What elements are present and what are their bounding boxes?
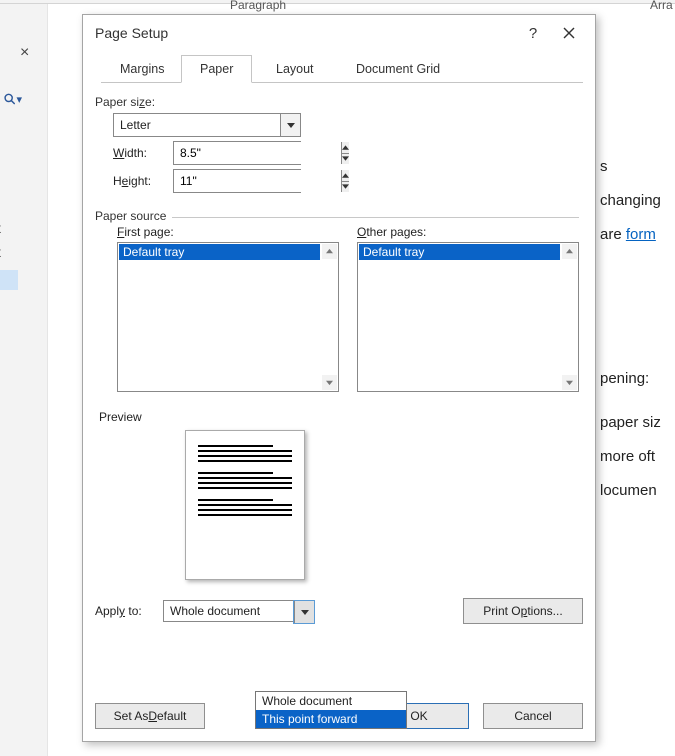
format-link: form (626, 226, 656, 243)
navigation-pane (0, 4, 48, 756)
tab-margins[interactable]: Margins (101, 55, 183, 83)
apply-option-forward[interactable]: This point forward (256, 710, 406, 728)
list-item[interactable]: Default tray (359, 244, 560, 260)
tab-paper[interactable]: Paper (181, 55, 252, 83)
first-page-listbox[interactable]: Default tray (117, 242, 339, 392)
list-item[interactable]: Default tray (119, 244, 320, 260)
tab-layout[interactable]: Layout (257, 55, 333, 83)
preview-page (185, 430, 305, 580)
ribbon-group-arrange: Arra (650, 0, 673, 12)
apply-option-whole[interactable]: Whole document (256, 692, 406, 710)
nav-highlight (0, 270, 18, 290)
apply-to-dropdown[interactable]: Whole document This point forward (255, 691, 407, 729)
doc-fragment: t (0, 220, 1, 236)
scroll-up-icon[interactable] (322, 244, 337, 259)
width-input[interactable] (174, 142, 341, 164)
print-options-button[interactable]: Print Options... (463, 598, 583, 624)
chevron-down-icon[interactable] (280, 114, 300, 136)
first-page-label: First page: (117, 225, 339, 239)
scroll-up-icon[interactable] (562, 244, 577, 259)
chevron-down-icon[interactable] (294, 601, 314, 623)
search-icon[interactable]: ▾ (4, 90, 22, 108)
paper-size-combo[interactable]: Letter (113, 113, 301, 137)
pane-close-icon[interactable]: × (20, 44, 29, 62)
scroll-down-icon[interactable] (322, 375, 337, 390)
width-label: Width: (113, 146, 173, 160)
doc-fragment: t (0, 244, 1, 260)
cancel-button[interactable]: Cancel (483, 703, 583, 729)
spin-down-icon[interactable] (342, 182, 349, 193)
paper-source-label: Paper source (95, 209, 172, 223)
apply-to-label: Apply to: (95, 604, 163, 618)
height-input[interactable] (174, 170, 341, 192)
ribbon-group-paragraph: Paragraph (230, 0, 286, 12)
help-button[interactable]: ? (515, 18, 551, 48)
set-as-default-button[interactable]: Set As Default (95, 703, 205, 729)
other-pages-listbox[interactable]: Default tray (357, 242, 579, 392)
scroll-down-icon[interactable] (562, 375, 577, 390)
page-setup-dialog: Page Setup ? Margins Paper Layout Docume… (82, 14, 596, 742)
spin-up-icon[interactable] (342, 142, 349, 154)
spin-up-icon[interactable] (342, 170, 349, 182)
document-body-fragment: s changing are form pening: paper siz mo… (600, 150, 661, 508)
other-pages-label: Other pages: (357, 225, 579, 239)
preview-label: Preview (99, 410, 583, 424)
width-spin[interactable] (173, 141, 301, 165)
tab-strip: Margins Paper Layout Document Grid (101, 55, 583, 83)
height-label: Height: (113, 174, 173, 188)
dialog-title: Page Setup (95, 25, 515, 41)
tab-document-grid[interactable]: Document Grid (337, 55, 459, 83)
close-button[interactable] (551, 18, 587, 48)
spin-down-icon[interactable] (342, 154, 349, 165)
paper-size-label: Paper size: (95, 95, 583, 109)
height-spin[interactable] (173, 169, 301, 193)
apply-to-combo[interactable]: Whole document (163, 600, 315, 622)
